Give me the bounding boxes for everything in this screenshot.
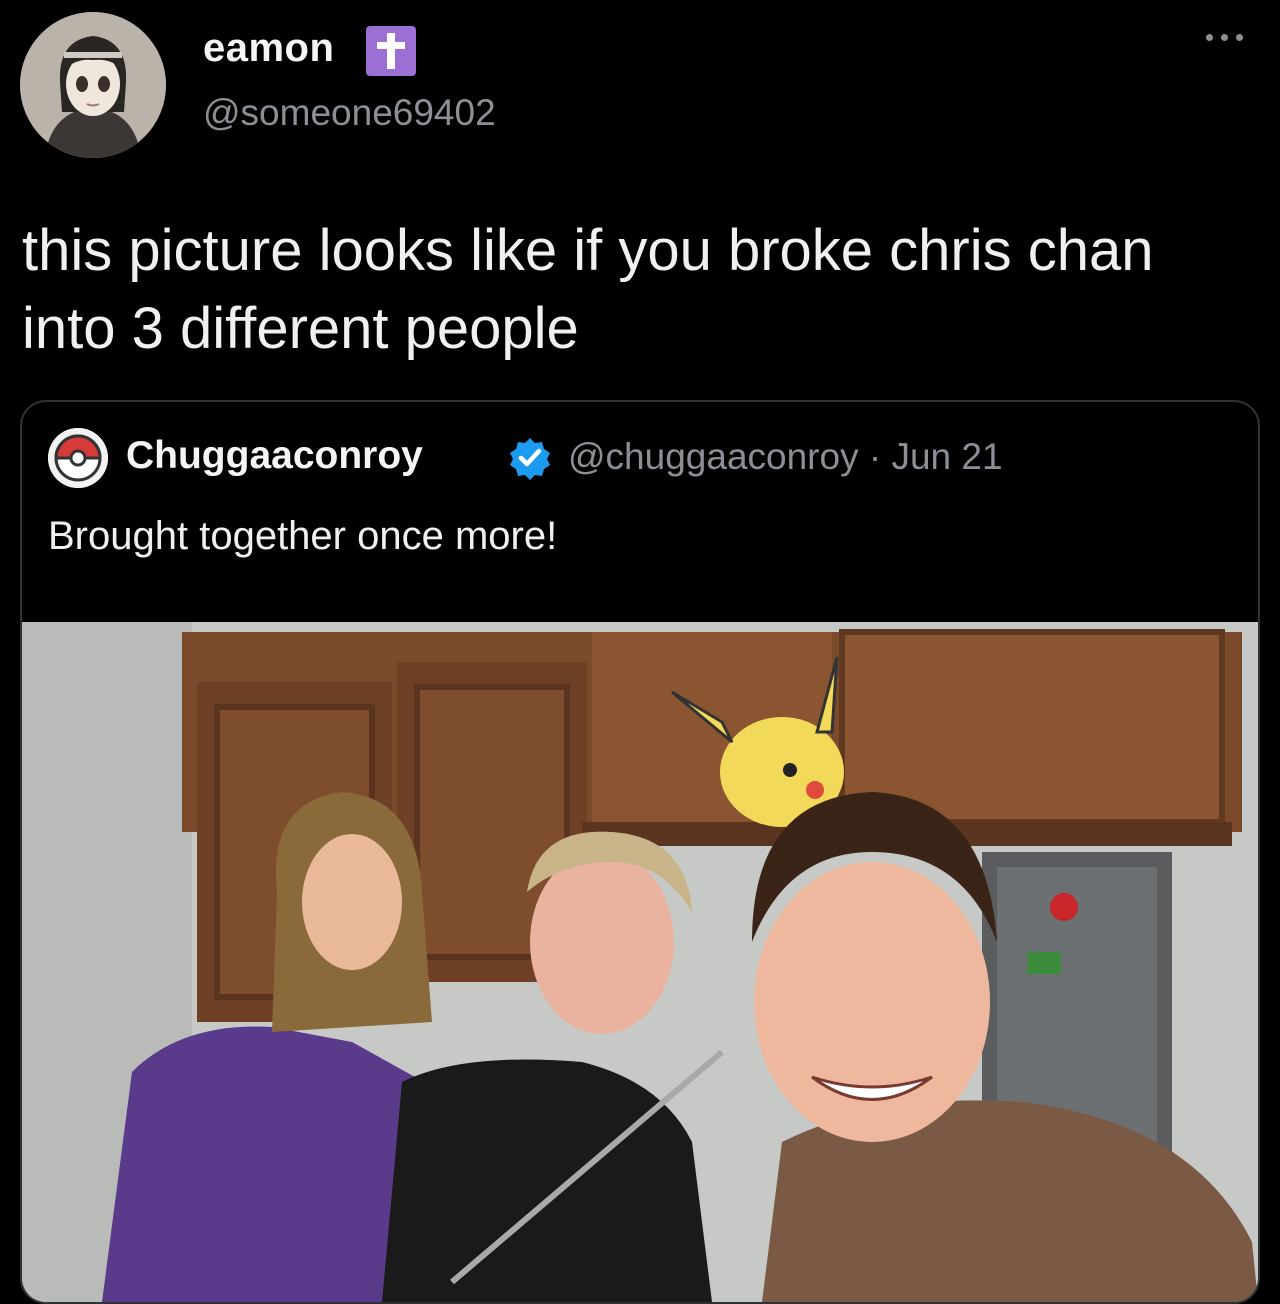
quoted-tweet-photo[interactable] <box>22 622 1258 1302</box>
author-display-name[interactable]: eamon <box>203 26 334 71</box>
quoted-tweet-date[interactable]: Jun 21 <box>891 436 1002 477</box>
quoted-handle-and-date: @chuggaaconroy · Jun 21 <box>568 436 1003 478</box>
tweet-text: this picture looks like if you broke chr… <box>22 218 1154 361</box>
cross-icon <box>366 26 416 76</box>
author-avatar[interactable] <box>20 12 166 158</box>
quoted-author-handle[interactable]: @chuggaaconroy <box>568 436 859 477</box>
pokeball-avatar-icon <box>48 428 108 488</box>
quoted-tweet-card[interactable]: Chuggaaconroy @chuggaaconroy · Jun 21 Br… <box>20 400 1260 1304</box>
anime-girl-avatar-icon <box>20 12 166 158</box>
quoted-author-name[interactable]: Chuggaaconroy <box>126 434 423 478</box>
group-selfie-photo-icon <box>22 622 1258 1302</box>
quoted-author-avatar[interactable] <box>48 428 108 488</box>
quoted-tweet-text: Brought together once more! <box>48 514 558 558</box>
more-options-icon[interactable] <box>1200 22 1250 52</box>
meta-separator: · <box>868 436 882 477</box>
verified-badge-icon <box>510 438 550 480</box>
author-handle[interactable]: @someone69402 <box>203 92 496 134</box>
